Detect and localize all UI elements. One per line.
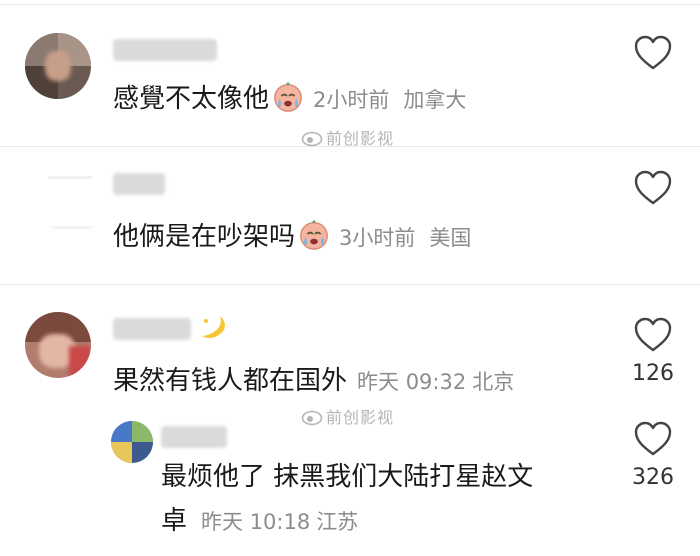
reply-body-line2: 卓: [161, 506, 188, 536]
like-count: 126: [632, 361, 674, 386]
comment-time: 昨天 10:18: [201, 510, 311, 534]
reply-text: 最烦他了 抹黑我们大陆打星赵文: [161, 460, 533, 494]
avatar[interactable]: [111, 421, 153, 463]
username[interactable]: [161, 426, 227, 448]
avatar[interactable]: [25, 33, 91, 99]
crying-face-emoji-icon: [274, 82, 302, 112]
comment-time: 昨天 09:32: [357, 370, 467, 394]
comment-divider: [0, 284, 700, 285]
crying-face-emoji-icon: [300, 220, 328, 250]
heart-icon[interactable]: [634, 421, 672, 457]
comment-location: 江苏: [316, 510, 359, 534]
comment-time: 3小时前: [339, 226, 416, 250]
crescent-badge-icon: [202, 316, 225, 338]
comment-text: 果然有钱人都在国外 昨天 09:32 北京: [113, 364, 514, 399]
avatar[interactable]: [25, 312, 91, 378]
avatar: [52, 226, 92, 229]
weibo-eye-icon: [301, 410, 323, 426]
username[interactable]: [113, 173, 165, 195]
heart-icon[interactable]: [634, 35, 672, 71]
watermark: 前创影视: [301, 404, 394, 428]
comment-location: 美国: [429, 226, 472, 250]
comment-time: 2小时前: [313, 88, 390, 112]
comment-body: 他俩是在吵架吗: [113, 222, 296, 252]
username[interactable]: [113, 39, 217, 61]
comment-body: 感覺不太像他: [113, 84, 270, 114]
comment-location: 北京: [472, 370, 515, 394]
reply-text-line2: 卓昨天 10:18 江苏: [161, 504, 358, 539]
watermark-text: 前创影视: [326, 129, 395, 148]
comment-text: 他俩是在吵架吗 3小时前 美国: [113, 217, 471, 255]
avatar[interactable]: [48, 176, 92, 179]
heart-icon[interactable]: [634, 317, 672, 353]
username[interactable]: [113, 318, 191, 340]
watermark-text: 前创影视: [326, 408, 395, 427]
reply-body-line1: 最烦他了 抹黑我们大陆打星赵文: [161, 462, 534, 492]
comment-body: 果然有钱人都在国外: [113, 366, 348, 396]
comment-divider: [0, 4, 700, 5]
comment-text: 感覺不太像他 2小时前 加拿大: [113, 79, 466, 117]
watermark: 前创影视: [301, 125, 394, 149]
heart-icon[interactable]: [634, 170, 672, 206]
like-count: 326: [632, 465, 674, 490]
comment-location: 加拿大: [403, 88, 467, 112]
weibo-eye-icon: [301, 131, 323, 147]
